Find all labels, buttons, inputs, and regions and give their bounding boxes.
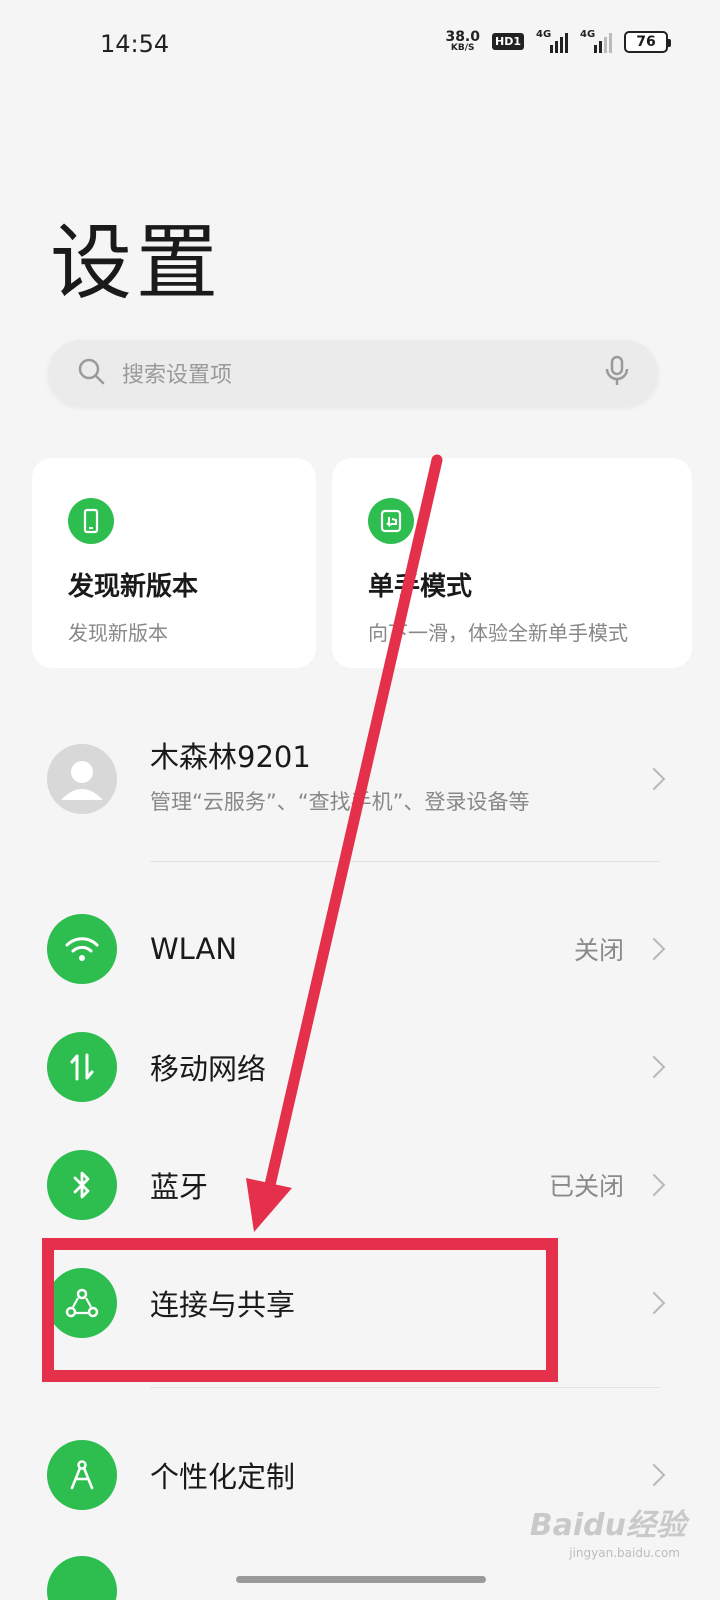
status-icons: 38.0 KB/S HD1 4G 4G 76 bbox=[445, 28, 671, 53]
signal-label: 4G bbox=[536, 28, 552, 40]
settings-item-value: 已关闭 bbox=[548, 1172, 624, 1201]
bluetooth-icon bbox=[47, 1150, 117, 1220]
signal-icon: 4G bbox=[536, 28, 568, 53]
battery-level: 76 bbox=[636, 33, 656, 50]
watermark-logo: Baidu经验 bbox=[529, 1508, 686, 1543]
account-subtitle: 管理“云服务”、“查找手机”、登录设备等 bbox=[150, 790, 530, 814]
wifi-icon bbox=[47, 914, 117, 984]
signal-icon-secondary: 4G bbox=[580, 28, 612, 53]
search-bar[interactable]: 搜索设置项 bbox=[48, 340, 658, 406]
microphone-icon[interactable] bbox=[604, 355, 630, 391]
signal-label-secondary: 4G bbox=[580, 28, 596, 40]
network-speed-unit: KB/S bbox=[450, 43, 475, 53]
status-time: 14:54 bbox=[100, 30, 170, 58]
personalization-icon bbox=[47, 1440, 117, 1510]
mobile-data-icon bbox=[47, 1032, 117, 1102]
chevron-right-icon bbox=[642, 1463, 666, 1487]
chevron-right-icon bbox=[642, 1055, 666, 1079]
chevron-right-icon bbox=[642, 1173, 666, 1197]
settings-item-label: WLAN bbox=[150, 932, 238, 966]
one-hand-icon bbox=[368, 498, 414, 544]
status-bar: 14:54 38.0 KB/S HD1 4G 4G 76 bbox=[0, 0, 720, 92]
settings-item-mobile-network[interactable]: 移动网络 bbox=[0, 1012, 720, 1122]
network-speed-value: 38.0 bbox=[445, 29, 480, 45]
phone-icon bbox=[68, 498, 114, 544]
search-placeholder: 搜索设置项 bbox=[122, 363, 233, 388]
search-icon bbox=[76, 356, 106, 390]
card-title: 发现新版本 bbox=[68, 572, 199, 602]
annotation-highlight-box bbox=[42, 1238, 558, 1382]
chevron-right-icon bbox=[642, 767, 666, 791]
page-title: 设置 bbox=[50, 216, 223, 311]
avatar bbox=[47, 744, 117, 814]
card-subtitle: 发现新版本 bbox=[68, 621, 168, 645]
battery-icon: 76 bbox=[624, 30, 671, 53]
hd-voice-icon: HD1 bbox=[492, 33, 524, 50]
card-one-hand-mode[interactable]: 单手模式 向下一滑，体验全新单手模式 bbox=[332, 458, 692, 668]
watermark-url: jingyan.baidu.com bbox=[569, 1546, 680, 1560]
divider bbox=[150, 861, 660, 862]
chevron-right-icon bbox=[642, 1291, 666, 1315]
settings-item-wlan[interactable]: WLAN 关闭 bbox=[0, 894, 720, 1004]
divider bbox=[150, 1387, 660, 1388]
network-speed: 38.0 KB/S bbox=[445, 30, 480, 53]
settings-item-label: 个性化定制 bbox=[150, 1460, 296, 1494]
account-row[interactable]: 木森林9201 管理“云服务”、“查找手机”、登录设备等 bbox=[0, 714, 720, 844]
settings-item-bluetooth[interactable]: 蓝牙 已关闭 bbox=[0, 1130, 720, 1240]
chevron-right-icon bbox=[642, 937, 666, 961]
settings-item-label: 蓝牙 bbox=[150, 1170, 209, 1204]
home-indicator[interactable] bbox=[236, 1576, 486, 1583]
card-new-version[interactable]: 发现新版本 发现新版本 bbox=[32, 458, 316, 668]
account-name: 木森林9201 bbox=[150, 740, 311, 774]
settings-item-value: 关闭 bbox=[573, 936, 624, 965]
settings-item-next-icon[interactable] bbox=[47, 1556, 117, 1600]
settings-item-label: 移动网络 bbox=[150, 1052, 267, 1086]
card-title: 单手模式 bbox=[368, 572, 473, 602]
card-subtitle: 向下一滑，体验全新单手模式 bbox=[368, 621, 628, 645]
